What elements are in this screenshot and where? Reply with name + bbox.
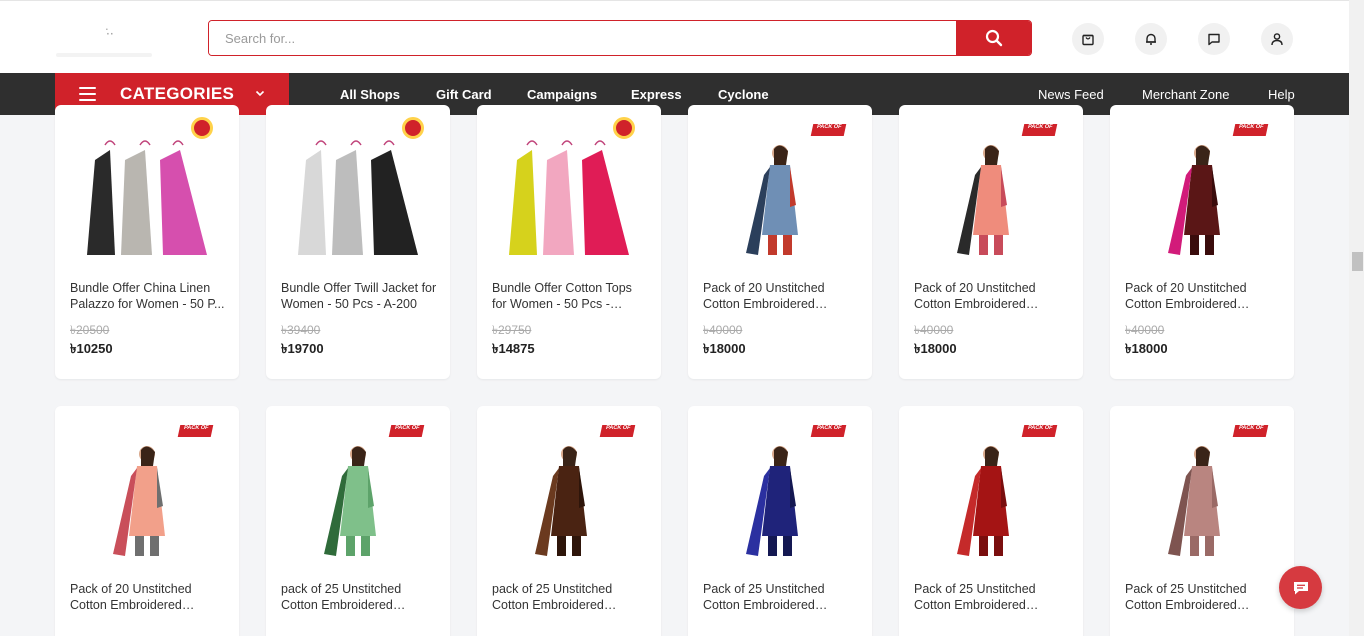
header-actions [1072, 23, 1293, 55]
offer-badge [402, 117, 424, 139]
cart-button[interactable] [1072, 23, 1104, 55]
product-title: Bundle Offer Twill Jacket for Women - 50… [281, 281, 437, 311]
message-icon [1208, 33, 1220, 46]
scrollbar-thumb[interactable] [1352, 252, 1363, 271]
product-old-price: ৳20500 [70, 323, 110, 337]
product-title: Pack of 20 Unstitched Cotton Embroidered… [70, 582, 192, 612]
nav-merchant-zone[interactable]: Merchant Zone [1142, 87, 1229, 102]
notifications-button[interactable] [1135, 23, 1167, 55]
product-title: Pack of 25 Unstitched Cotton Embroidered… [703, 582, 825, 612]
nav-express[interactable]: Express [631, 87, 682, 102]
nav-campaigns[interactable]: Campaigns [527, 87, 597, 102]
product-title: Pack of 25 Unstitched Cotton Embroidered… [914, 582, 1036, 612]
product-card[interactable]: PACK OF Pack of 20 Unstitched Cotton Embr… [55, 406, 239, 636]
product-price: ৳10250 [70, 341, 113, 356]
product-old-price: ৳39400 [281, 323, 321, 337]
page-scrollbar[interactable] [1349, 0, 1364, 636]
top-header: ·̇· [0, 0, 1349, 73]
bell-icon [1146, 33, 1156, 45]
nav-gift-card[interactable]: Gift Card [436, 87, 492, 102]
product-card[interactable]: PACK OF pack of 25 Unstitched Cotton Embr… [266, 406, 450, 636]
product-title: Bundle Offer China Linen Palazzo for Wom… [70, 281, 225, 311]
product-price: ৳14875 [492, 341, 535, 356]
product-price: ৳18000 [1125, 341, 1168, 356]
product-old-price: ৳40000 [914, 323, 954, 337]
pack-badge: PACK OF [810, 425, 847, 437]
product-price: ৳19700 [281, 341, 324, 356]
site-logo[interactable]: ·̇· [48, 13, 158, 61]
product-old-price: ৳29750 [492, 323, 532, 337]
search-button[interactable] [956, 21, 1031, 55]
categories-label: CATEGORIES [120, 84, 235, 103]
account-button[interactable] [1261, 23, 1293, 55]
product-title: Pack of 20 Unstitched Cotton Embroidered… [1125, 281, 1247, 311]
logo-wordmark [56, 53, 152, 57]
pack-badge: PACK OF [1021, 124, 1058, 136]
product-card[interactable]: Bundle Offer Twill Jacket for Women - 50… [266, 105, 450, 379]
pack-badge: PACK OF [177, 425, 214, 437]
pack-badge: PACK OF [599, 425, 636, 437]
messages-button[interactable] [1198, 23, 1230, 55]
product-old-price: ৳40000 [1125, 323, 1165, 337]
product-card[interactable]: PACK OF Pack of 20 Unstitched Cotton Embr… [688, 105, 872, 379]
product-title: Pack of 20 Unstitched Cotton Embroidered… [914, 281, 1036, 311]
product-old-price: ৳40000 [703, 323, 743, 337]
pack-badge: PACK OF [388, 425, 425, 437]
product-card[interactable]: PACK OF Pack of 25 Unstitched Cotton Embr… [688, 406, 872, 636]
search-bar [208, 20, 1032, 56]
user-icon [1271, 33, 1283, 46]
product-card[interactable]: Bundle Offer Cotton Tops for Women - 50 … [477, 105, 661, 379]
chat-icon [1293, 581, 1308, 594]
product-price: ৳18000 [914, 341, 957, 356]
product-card[interactable]: PACK OF Pack of 20 Unstitched Cotton Embr… [1110, 105, 1294, 379]
shopping-bag-icon [1082, 34, 1094, 46]
chat-button[interactable] [1279, 566, 1322, 609]
pack-badge: PACK OF [1232, 124, 1269, 136]
offer-badge [613, 117, 635, 139]
nav-news-feed[interactable]: News Feed [1038, 87, 1104, 102]
product-title: Pack of 20 Unstitched Cotton Embroidered… [703, 281, 825, 311]
pack-badge: PACK OF [1232, 425, 1269, 437]
logo-mark: ·̇· [106, 27, 114, 41]
hamburger-icon [79, 87, 96, 101]
product-title: Pack of 25 Unstitched Cotton Embroidered… [1125, 582, 1247, 612]
product-card[interactable]: PACK OF pack of 25 Unstitched Cotton Embr… [477, 406, 661, 636]
product-price: ৳18000 [703, 341, 746, 356]
pack-badge: PACK OF [1021, 425, 1058, 437]
product-title: pack of 25 Unstitched Cotton Embroidered… [281, 582, 402, 612]
product-card[interactable]: PACK OF Pack of 20 Unstitched Cotton Embr… [899, 105, 1083, 379]
search-icon [985, 29, 1002, 47]
offer-badge [191, 117, 213, 139]
product-title: Bundle Offer Cotton Tops for Women - 50 … [492, 281, 632, 311]
product-card[interactable]: PACK OF Pack of 25 Unstitched Cotton Embr… [1110, 406, 1294, 636]
product-card[interactable]: Bundle Offer China Linen Palazzo for Wom… [55, 105, 239, 379]
nav-cyclone[interactable]: Cyclone [718, 87, 769, 102]
pack-badge: PACK OF [810, 124, 847, 136]
nav-all-shops[interactable]: All Shops [340, 87, 400, 102]
chevron-down-icon [255, 90, 265, 97]
search-input[interactable] [209, 21, 957, 55]
product-title: pack of 25 Unstitched Cotton Embroidered… [492, 582, 613, 612]
product-card[interactable]: PACK OF Pack of 25 Unstitched Cotton Embr… [899, 406, 1083, 636]
nav-help[interactable]: Help [1268, 87, 1295, 102]
